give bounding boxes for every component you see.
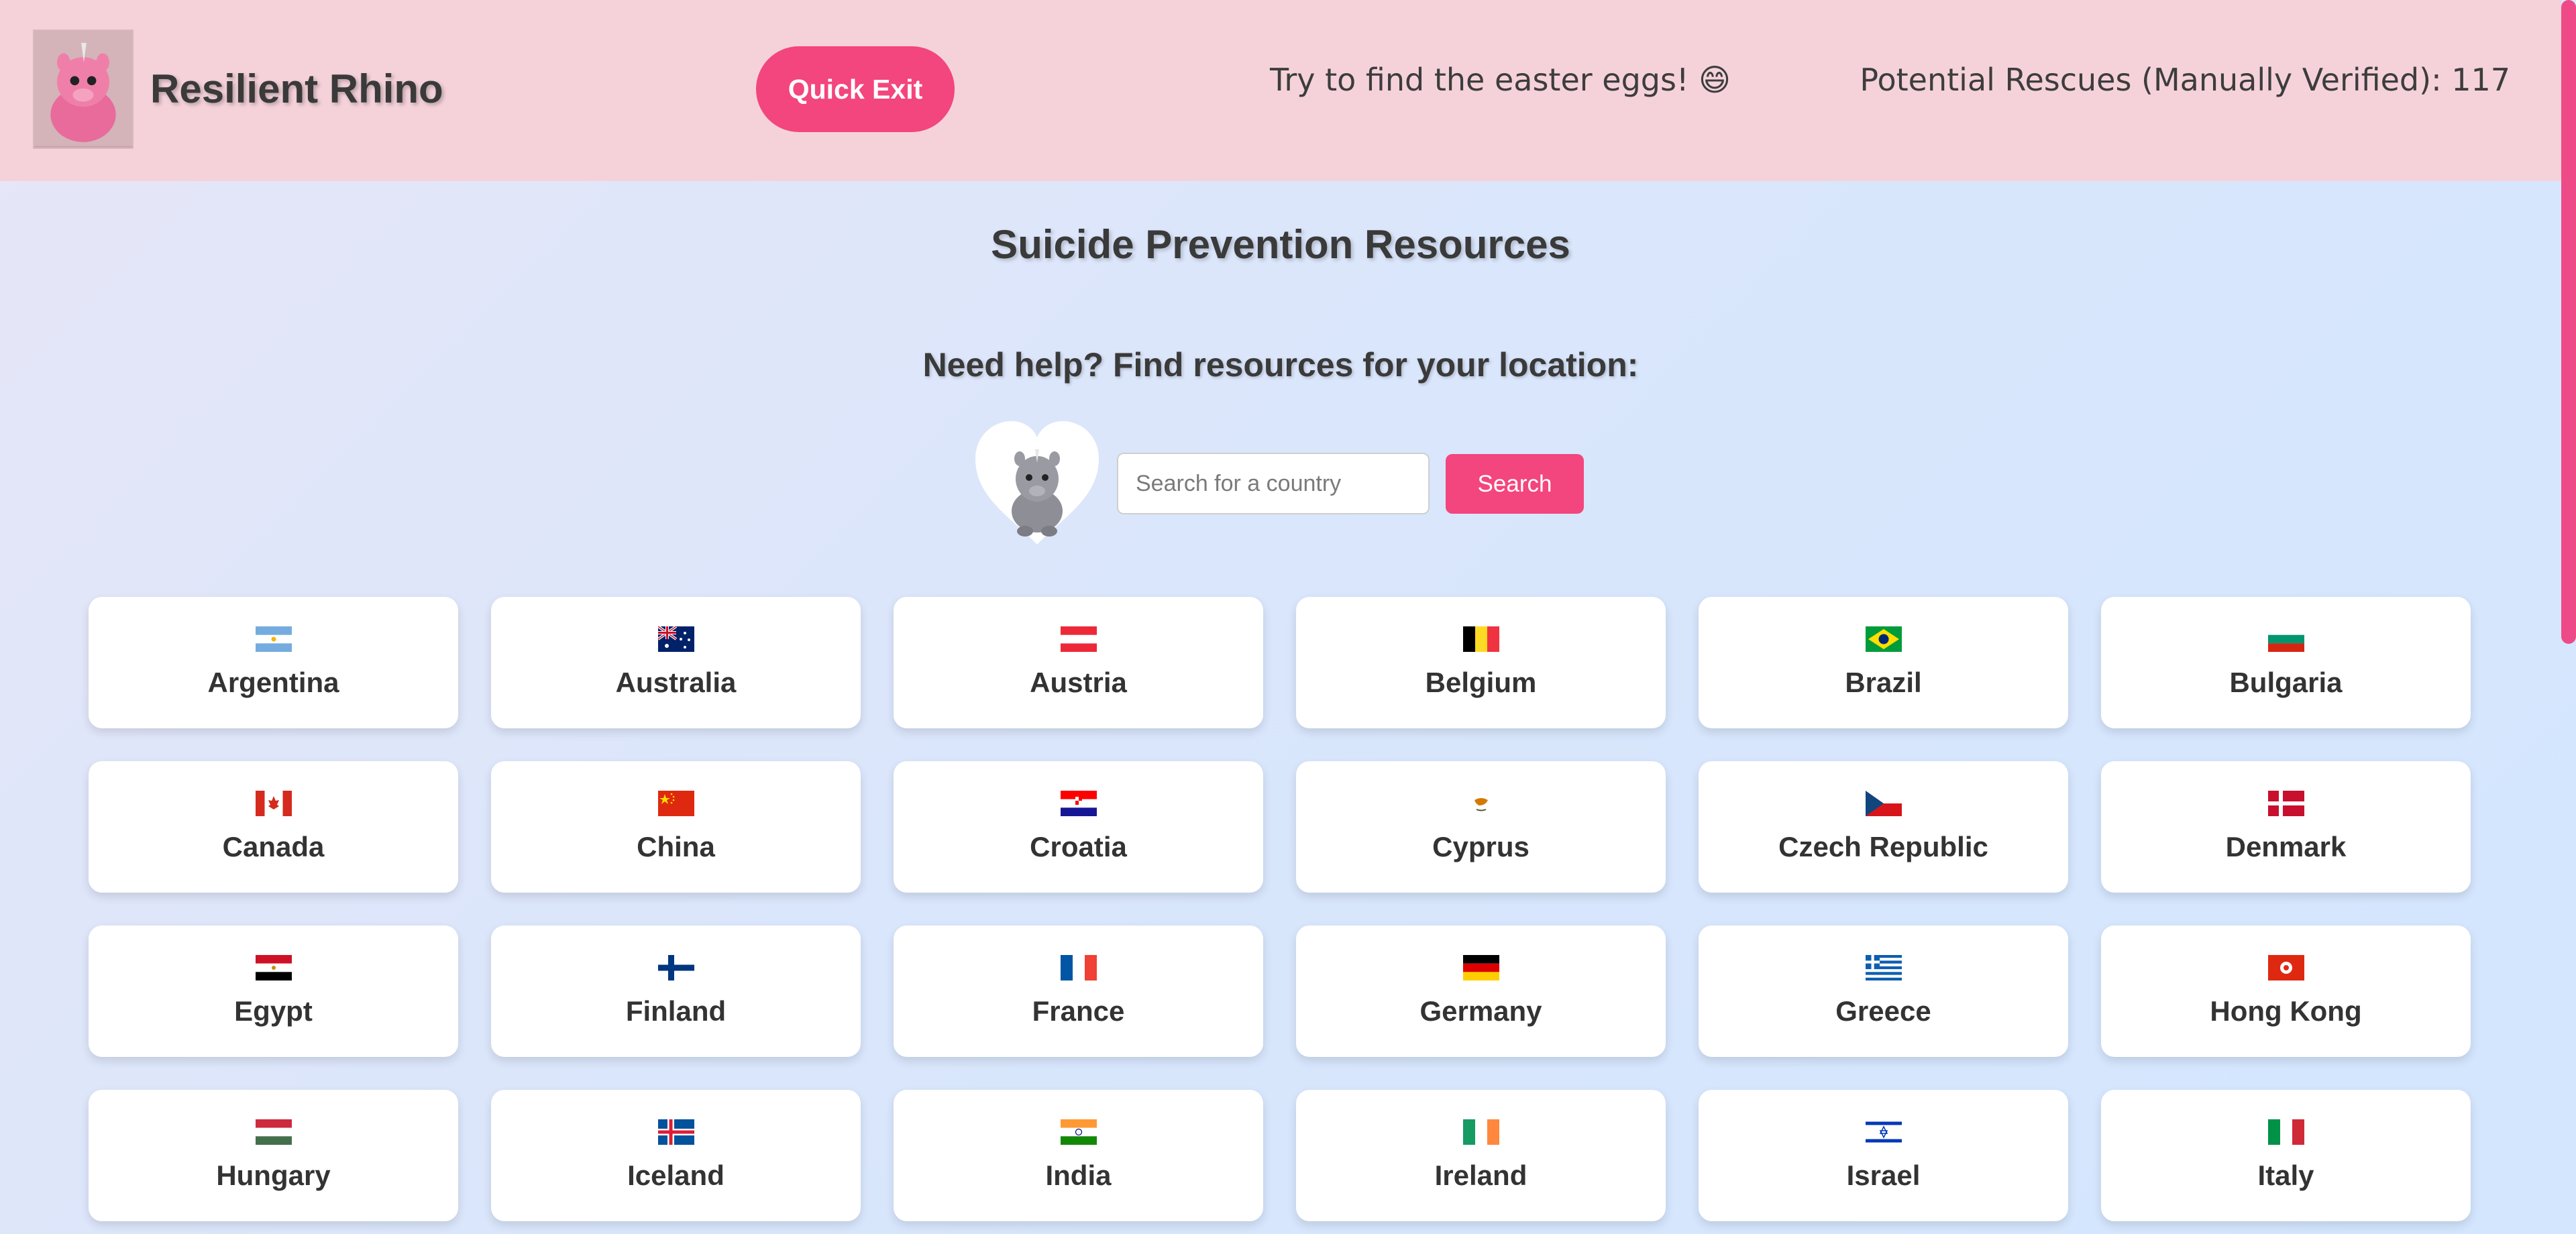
country-card-greece[interactable]: Greece [1699, 925, 2068, 1057]
country-card-cyprus[interactable]: Cyprus [1296, 761, 1666, 893]
country-card-italy[interactable]: Italy [2101, 1090, 2471, 1221]
country-name: Brazil [1845, 667, 1922, 698]
country-grid: Argentina Australia Austria Belgium Braz… [89, 597, 2471, 1221]
country-name: Finland [625, 995, 727, 1027]
rescue-counter: Potential Rescues (Manually Verified): 1… [1860, 62, 2510, 98]
country-name: Germany [1419, 995, 1542, 1027]
country-search-input[interactable] [1117, 453, 1430, 514]
country-name: Australia [615, 667, 737, 698]
germany-flag-icon [1462, 955, 1499, 980]
page-title: Suicide Prevention Resources [991, 222, 1570, 267]
country-name: Austria [1030, 667, 1127, 698]
country-name: Bulgaria [2229, 667, 2343, 698]
country-card-france[interactable]: France [894, 925, 1263, 1057]
country-card-egypt[interactable]: Egypt [89, 925, 458, 1057]
search-button[interactable]: Search [1446, 454, 1584, 514]
country-name: Ireland [1434, 1160, 1527, 1191]
country-card-belgium[interactable]: Belgium [1296, 597, 1666, 728]
country-card-ireland[interactable]: Ireland [1296, 1090, 1666, 1221]
country-name: Iceland [627, 1160, 724, 1191]
china-flag-icon [657, 791, 694, 816]
country-card-germany[interactable]: Germany [1296, 925, 1666, 1057]
scrollbar-thumb[interactable] [2561, 0, 2576, 644]
country-name: Canada [222, 831, 325, 862]
country-card-canada[interactable]: Canada [89, 761, 458, 893]
argentina-flag-icon [255, 626, 292, 652]
brand-name[interactable]: Resilient Rhino [150, 66, 443, 112]
heart-rhino-icon [971, 417, 1103, 549]
country-card-hong-kong[interactable]: Hong Kong [2101, 925, 2471, 1057]
country-card-india[interactable]: India [894, 1090, 1263, 1221]
cyprus-flag-icon [1462, 791, 1499, 816]
country-name: India [1045, 1160, 1112, 1191]
india-flag-icon [1060, 1119, 1097, 1145]
hungary-flag-icon [255, 1119, 292, 1145]
greece-flag-icon [1865, 955, 1902, 980]
denmark-flag-icon [2267, 791, 2304, 816]
country-card-israel[interactable]: Israel [1699, 1090, 2068, 1221]
country-card-iceland[interactable]: Iceland [491, 1090, 861, 1221]
quick-exit-button[interactable]: Quick Exit [756, 46, 955, 132]
site-header: Resilient Rhino Quick Exit Try to find t… [0, 0, 2561, 181]
country-name: Italy [2257, 1160, 2314, 1191]
country-name: Greece [1835, 995, 1931, 1027]
country-name: Croatia [1030, 831, 1127, 862]
help-heading: Need help? Find resources for your locat… [922, 346, 1639, 384]
country-name: Argentina [207, 667, 339, 698]
israel-flag-icon [1865, 1119, 1902, 1145]
australia-flag-icon [657, 626, 694, 652]
country-card-hungary[interactable]: Hungary [89, 1090, 458, 1221]
country-card-china[interactable]: China [491, 761, 861, 893]
country-name: Cyprus [1432, 831, 1529, 862]
country-name: Czech Republic [1778, 831, 1988, 862]
hong-kong-flag-icon [2267, 955, 2304, 980]
country-card-denmark[interactable]: Denmark [2101, 761, 2471, 893]
brazil-flag-icon [1865, 626, 1902, 652]
country-name: France [1032, 995, 1125, 1027]
country-card-austria[interactable]: Austria [894, 597, 1263, 728]
france-flag-icon [1060, 955, 1097, 980]
country-name: Denmark [2225, 831, 2347, 862]
country-card-argentina[interactable]: Argentina [89, 597, 458, 728]
easter-egg-hint: Try to find the easter eggs! 😄 [1270, 62, 1731, 98]
iceland-flag-icon [657, 1119, 694, 1145]
ireland-flag-icon [1462, 1119, 1499, 1145]
austria-flag-icon [1060, 626, 1097, 652]
country-card-croatia[interactable]: Croatia [894, 761, 1263, 893]
country-name: Israel [1846, 1160, 1921, 1191]
croatia-flag-icon [1060, 791, 1097, 816]
country-card-czech-republic[interactable]: Czech Republic [1699, 761, 2068, 893]
belgium-flag-icon [1462, 626, 1499, 652]
country-card-finland[interactable]: Finland [491, 925, 861, 1057]
country-name: Belgium [1425, 667, 1537, 698]
canada-flag-icon [255, 791, 292, 816]
italy-flag-icon [2267, 1119, 2304, 1145]
rhino-logo[interactable] [33, 30, 133, 149]
finland-flag-icon [657, 955, 694, 980]
egypt-flag-icon [255, 955, 292, 980]
scrollbar[interactable] [2561, 0, 2576, 1234]
country-name: Hungary [216, 1160, 331, 1191]
country-card-australia[interactable]: Australia [491, 597, 861, 728]
country-name: Egypt [234, 995, 313, 1027]
country-name: China [637, 831, 715, 862]
bulgaria-flag-icon [2267, 626, 2304, 652]
country-card-brazil[interactable]: Brazil [1699, 597, 2068, 728]
country-card-bulgaria[interactable]: Bulgaria [2101, 597, 2471, 728]
country-name: Hong Kong [2210, 995, 2362, 1027]
czech-republic-flag-icon [1865, 791, 1902, 816]
